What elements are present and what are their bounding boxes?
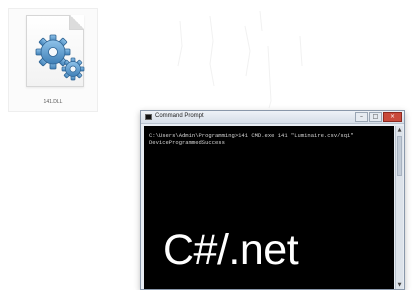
console-result-line: DeviceProgrammedSuccess — [149, 139, 225, 146]
window-title: Command Prompt — [155, 113, 204, 119]
file-page — [26, 15, 85, 87]
minimize-button[interactable]: – — [355, 112, 368, 122]
scroll-down-arrow-icon[interactable]: ▼ — [396, 281, 403, 289]
console-command-line: C:\Users\Admin\Programming>141 CMD.exe 1… — [149, 132, 354, 139]
terminal-icon — [145, 114, 152, 120]
screen: 141.DLL Command Prompt – □ × C:\Users\Ad… — [0, 0, 417, 290]
title-bar[interactable]: Command Prompt – □ × — [141, 111, 404, 124]
scroll-up-arrow-icon[interactable]: ▲ — [396, 126, 403, 134]
dll-file-item[interactable]: 141.DLL — [8, 8, 98, 112]
close-button[interactable]: × — [383, 112, 402, 122]
vertical-scrollbar[interactable]: ▲ ▼ — [395, 126, 403, 289]
gears-icon — [35, 34, 85, 81]
maximize-button[interactable]: □ — [369, 112, 382, 122]
file-name-label: 141.DLL — [43, 99, 63, 105]
overlay-caption: C#/.net — [163, 226, 299, 274]
background-scribble — [177, 10, 303, 109]
scroll-thumb[interactable] — [397, 136, 402, 176]
